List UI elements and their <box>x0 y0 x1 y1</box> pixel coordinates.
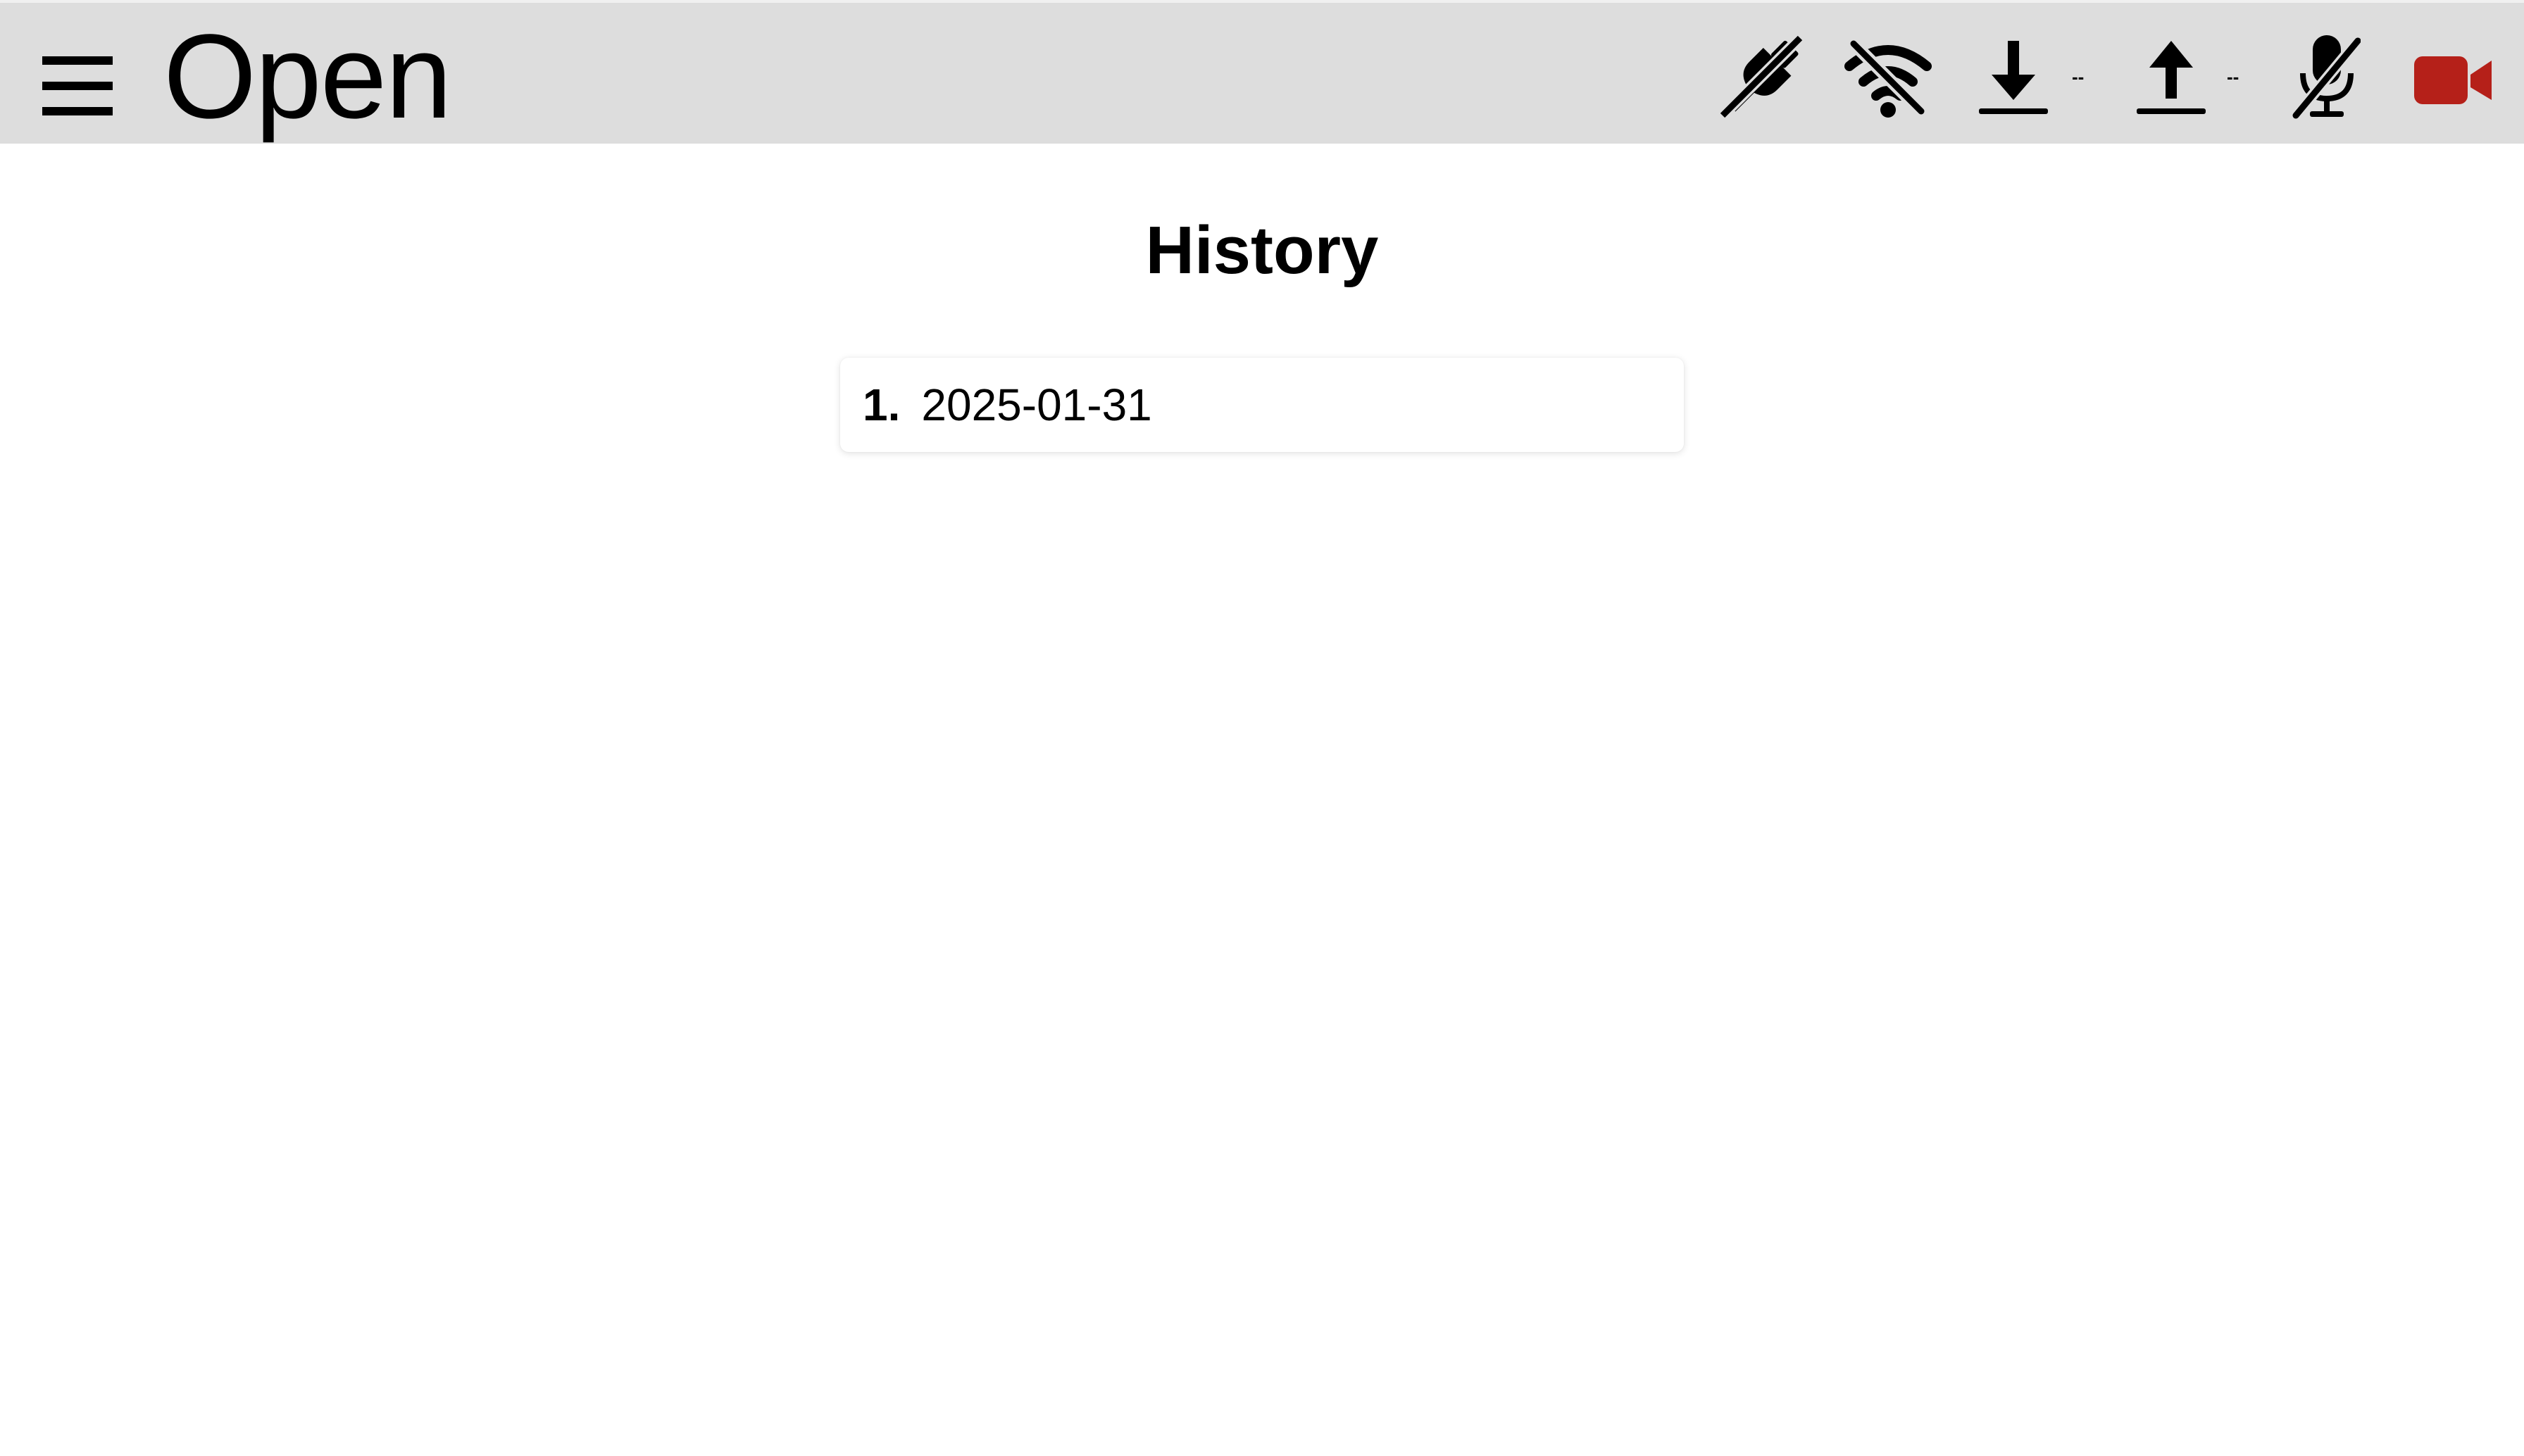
app-title: Open <box>163 10 452 144</box>
hamburger-menu-icon[interactable] <box>39 52 117 120</box>
plug-disconnected-icon <box>1716 31 1807 123</box>
history-item-date: 2025-01-31 <box>921 379 1152 430</box>
history-item[interactable]: 1. 2025-01-31 <box>840 358 1684 452</box>
download-speed: -- <box>2072 66 2085 87</box>
main-content: History 1. 2025-01-31 <box>0 144 2524 1456</box>
upload-icon <box>2134 31 2208 123</box>
wifi-off-icon <box>1844 31 1932 123</box>
upload-speed: -- <box>2227 66 2239 87</box>
top-bar: Open -- -- <box>0 0 2524 144</box>
microphone-muted-icon[interactable] <box>2290 31 2361 123</box>
history-item-index: 1. <box>863 379 901 430</box>
page-title: History <box>1145 213 1379 288</box>
history-list: 1. 2025-01-31 <box>840 358 1684 452</box>
video-camera-icon[interactable] <box>2411 31 2494 123</box>
download-icon <box>1976 31 2051 123</box>
